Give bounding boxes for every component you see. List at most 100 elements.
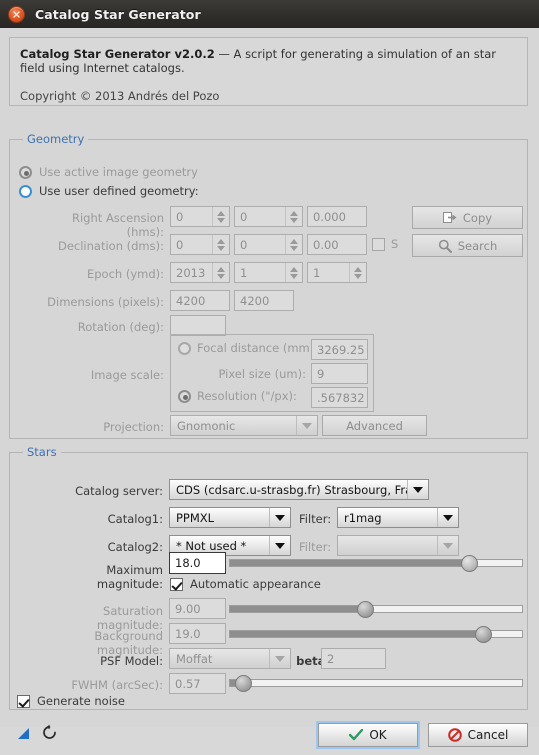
- slider-knob[interactable]: [474, 626, 492, 643]
- resolution-input[interactable]: .567832: [311, 387, 368, 408]
- copy-icon: [442, 212, 457, 223]
- right-ascension-minutes-input[interactable]: 0: [234, 206, 303, 227]
- catalog-server-label: Catalog server:: [75, 484, 163, 498]
- saturation-magnitude-label: Saturation magnitude:: [96, 604, 163, 632]
- right-ascension-minutes-stepper[interactable]: [285, 207, 302, 226]
- declination-minutes-stepper[interactable]: [285, 235, 302, 254]
- slider-knob[interactable]: [234, 675, 252, 692]
- declination-degrees-value: 0: [176, 237, 184, 252]
- fwhm-value: 0.57: [175, 676, 201, 691]
- declination-south-box[interactable]: [372, 237, 385, 251]
- catalog1-label: Catalog1:: [107, 512, 163, 526]
- focal-distance-input[interactable]: 3269.25: [311, 339, 368, 360]
- radio-focal-indicator[interactable]: [178, 341, 191, 355]
- saturation-magnitude-slider[interactable]: [229, 600, 523, 618]
- check-icon: [349, 729, 364, 741]
- chevron-down-icon[interactable]: [296, 416, 317, 435]
- psf-model-value: Moffat: [176, 651, 213, 666]
- dimensions-height-input[interactable]: 4200: [234, 290, 294, 311]
- psf-model-select[interactable]: Moffat: [169, 648, 291, 669]
- epoch-day-input[interactable]: 1: [307, 262, 367, 283]
- projection-value: Gnomonic: [177, 418, 236, 433]
- epoch-day-stepper[interactable]: [349, 263, 366, 282]
- automatic-appearance-checkbox[interactable]: Automatic appearance: [170, 577, 321, 591]
- right-ascension-seconds-value: 0.000: [313, 209, 346, 224]
- epoch-year-stepper[interactable]: [212, 263, 229, 282]
- chevron-down-icon[interactable]: [269, 536, 290, 555]
- background-magnitude-slider[interactable]: [229, 625, 523, 643]
- declination-degrees-input[interactable]: 0: [170, 234, 230, 255]
- radio-user-label: Use user defined geometry:: [39, 184, 199, 198]
- maximum-magnitude-label: Maximum magnitude:: [96, 563, 163, 591]
- dimensions-width-input[interactable]: 4200: [170, 290, 230, 311]
- declination-seconds-input[interactable]: 0.00: [307, 234, 367, 255]
- dialog-footer: OK Cancel: [0, 710, 539, 755]
- slider-track: [229, 679, 523, 687]
- focal-distance-label: Focal distance (mm):: [197, 341, 319, 355]
- advanced-button[interactable]: Advanced: [322, 415, 427, 436]
- slider-knob[interactable]: [460, 555, 478, 572]
- psf-beta-input[interactable]: 2: [321, 648, 386, 669]
- epoch-year-input[interactable]: 2013: [170, 262, 230, 283]
- generate-noise-checkbox[interactable]: Generate noise: [17, 694, 125, 708]
- rotation-input[interactable]: [170, 315, 226, 336]
- reset-icon[interactable]: [41, 724, 58, 744]
- slider-filled: [230, 606, 359, 612]
- saturation-magnitude-input[interactable]: 9.00: [169, 598, 226, 619]
- declination-label: Declination (dms):: [57, 239, 164, 253]
- slider-filled: [230, 560, 462, 566]
- catalog1-filter-label: Filter:: [299, 512, 332, 526]
- search-button[interactable]: Search: [412, 234, 523, 257]
- right-ascension-hours-input[interactable]: 0: [170, 206, 230, 227]
- epoch-label: Epoch (ymd):: [86, 267, 164, 281]
- background-magnitude-input[interactable]: 19.0: [169, 623, 226, 644]
- automatic-appearance-label: Automatic appearance: [190, 577, 321, 591]
- close-icon[interactable]: [8, 5, 25, 23]
- radio-resolution[interactable]: Resolution ("/px):: [178, 389, 297, 403]
- pixel-size-input[interactable]: 9: [311, 363, 368, 384]
- epoch-month-stepper[interactable]: [285, 263, 302, 282]
- background-magnitude-value: 19.0: [175, 626, 201, 641]
- declination-degrees-stepper[interactable]: [212, 235, 229, 254]
- right-ascension-minutes-value: 0: [240, 209, 248, 224]
- chevron-down-icon[interactable]: [437, 508, 458, 527]
- automatic-appearance-box[interactable]: [170, 577, 183, 591]
- dialog-body: Catalog Star Generator v2.0.2 — A script…: [0, 28, 539, 749]
- right-ascension-seconds-input[interactable]: 0.000: [307, 206, 367, 227]
- catalog-server-select[interactable]: CDS (cdsarc.u-strasbg.fr) Strasbourg, Fr…: [169, 479, 429, 500]
- radio-focal-distance[interactable]: Focal distance (mm):: [178, 341, 318, 355]
- copy-button[interactable]: Copy: [412, 206, 523, 229]
- radio-user-indicator[interactable]: [19, 184, 32, 198]
- catalog2-filter-select[interactable]: [337, 535, 459, 556]
- fwhm-slider[interactable]: [229, 674, 523, 692]
- catalog1-filter-select[interactable]: r1mag: [337, 507, 459, 528]
- copy-button-label: Copy: [462, 210, 493, 225]
- advanced-button-label: Advanced: [346, 418, 403, 433]
- pixel-size-value: 9: [317, 366, 325, 381]
- right-ascension-hours-stepper[interactable]: [212, 207, 229, 226]
- radio-resolution-indicator[interactable]: [178, 389, 191, 403]
- maximum-magnitude-slider[interactable]: [229, 554, 523, 572]
- dimensions-height-value: 4200: [240, 293, 270, 308]
- epoch-month-input[interactable]: 1: [234, 262, 303, 283]
- slider-knob[interactable]: [357, 601, 375, 618]
- maximum-magnitude-input[interactable]: 18.0: [169, 552, 226, 574]
- chevron-down-icon[interactable]: [269, 649, 290, 668]
- declination-south-checkbox[interactable]: S: [372, 237, 398, 251]
- dimensions-label: Dimensions (pixels):: [47, 295, 164, 309]
- window-title: Catalog Star Generator: [35, 6, 201, 22]
- chevron-down-icon[interactable]: [437, 536, 458, 555]
- generate-noise-box[interactable]: [17, 694, 30, 708]
- radio-use-user-defined-geometry[interactable]: Use user defined geometry:: [19, 184, 199, 198]
- radio-active-indicator[interactable]: [19, 165, 32, 179]
- chevron-down-icon[interactable]: [407, 480, 428, 499]
- cursor-arrow-icon[interactable]: [16, 726, 30, 743]
- catalog1-select[interactable]: PPMXL: [169, 507, 291, 528]
- declination-minutes-value: 0: [240, 237, 248, 252]
- projection-select[interactable]: Gnomonic: [170, 415, 318, 436]
- right-ascension-hours-value: 0: [176, 209, 184, 224]
- fwhm-input[interactable]: 0.57: [169, 673, 226, 694]
- radio-use-active-image-geometry[interactable]: Use active image geometry: [19, 165, 198, 179]
- declination-minutes-input[interactable]: 0: [234, 234, 303, 255]
- chevron-down-icon[interactable]: [269, 508, 290, 527]
